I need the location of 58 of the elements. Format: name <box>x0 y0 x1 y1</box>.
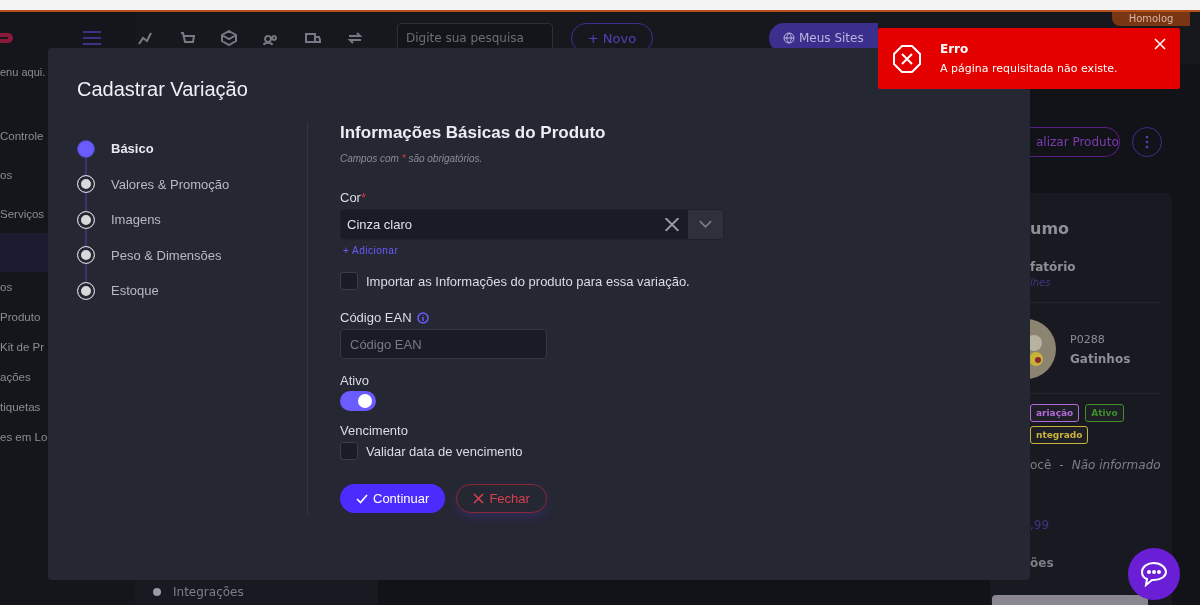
check-icon <box>356 492 368 505</box>
globe-icon <box>783 32 795 44</box>
chart-line-icon[interactable] <box>137 30 153 46</box>
truck-icon[interactable] <box>305 30 321 46</box>
section-heading: Informações Básicas do Produto <box>340 123 607 143</box>
chat-bubble-icon <box>1140 561 1168 587</box>
step-item[interactable]: Estoque <box>77 273 307 309</box>
field-label: Vencimento <box>340 423 409 438</box>
panel-item: Integrações <box>173 585 244 599</box>
color-select[interactable]: Cinza claro <box>340 209 724 240</box>
logo-icon <box>0 30 14 46</box>
step-item[interactable]: Básico <box>77 131 307 167</box>
card-subtitle: fatório <box>1030 260 1077 274</box>
modal-title: Cadastrar Variação <box>77 78 249 101</box>
product-name: Gatinhos <box>1070 351 1131 366</box>
status-tag: ntegrado <box>1030 426 1089 444</box>
error-icon <box>892 43 922 74</box>
add-link[interactable]: + Adicionar <box>343 245 748 256</box>
ean-input-field[interactable]: Código EAN <box>340 329 547 359</box>
toast-title: Erro <box>940 42 970 56</box>
kebab-icon <box>1145 135 1149 149</box>
step-label: Peso & Dimensões <box>111 247 222 263</box>
step-dot <box>153 588 161 596</box>
separator: - <box>1059 458 1064 472</box>
section-title: ões <box>1030 556 1055 570</box>
close-icon <box>473 493 485 504</box>
required-note: Campos com * são obrigatórios. <box>340 153 484 164</box>
clear-icon[interactable] <box>656 210 688 239</box>
card-title: umo <box>1030 219 1071 238</box>
close-icon[interactable] <box>1154 38 1166 50</box>
cart-icon[interactable] <box>179 30 195 46</box>
status-tag: ariação <box>1030 404 1080 422</box>
price: ,99 <box>1030 518 1051 532</box>
step-item[interactable]: Imagens <box>77 202 307 238</box>
step-item[interactable]: Valores & Promoção <box>77 166 307 202</box>
field-label: Cor* <box>340 190 367 205</box>
field-label: Ativo <box>340 373 370 388</box>
checkbox-label: Validar data de vencimento <box>366 443 523 459</box>
step-item[interactable]: Peso & Dimensões <box>77 237 307 273</box>
step-label: Imagens <box>111 212 161 228</box>
toast-message: A página requisitada não existe. <box>940 62 1118 75</box>
checkbox[interactable] <box>340 272 358 290</box>
step-label: Estoque <box>111 283 159 299</box>
active-toggle[interactable] <box>340 391 376 411</box>
arrows-icon[interactable] <box>347 30 363 46</box>
continue-button[interactable]: Continuar <box>340 484 446 513</box>
info-icon[interactable] <box>416 311 429 324</box>
step-label: Básico <box>111 141 154 157</box>
box-icon[interactable] <box>221 30 237 46</box>
checkbox[interactable] <box>340 442 358 460</box>
product-code: P0288 <box>1070 332 1106 346</box>
chevron-down-icon[interactable] <box>688 210 723 239</box>
status-tag: Ativo <box>1085 404 1124 422</box>
owner-value: Não informado <box>1071 458 1161 472</box>
checkbox-label: Importar as Informações do produto para essa variação. <box>366 273 690 289</box>
owner-label: ocê <box>1030 458 1052 472</box>
step-label: Valores & Promoção <box>111 176 230 192</box>
field-label: Código EAN <box>340 310 412 325</box>
